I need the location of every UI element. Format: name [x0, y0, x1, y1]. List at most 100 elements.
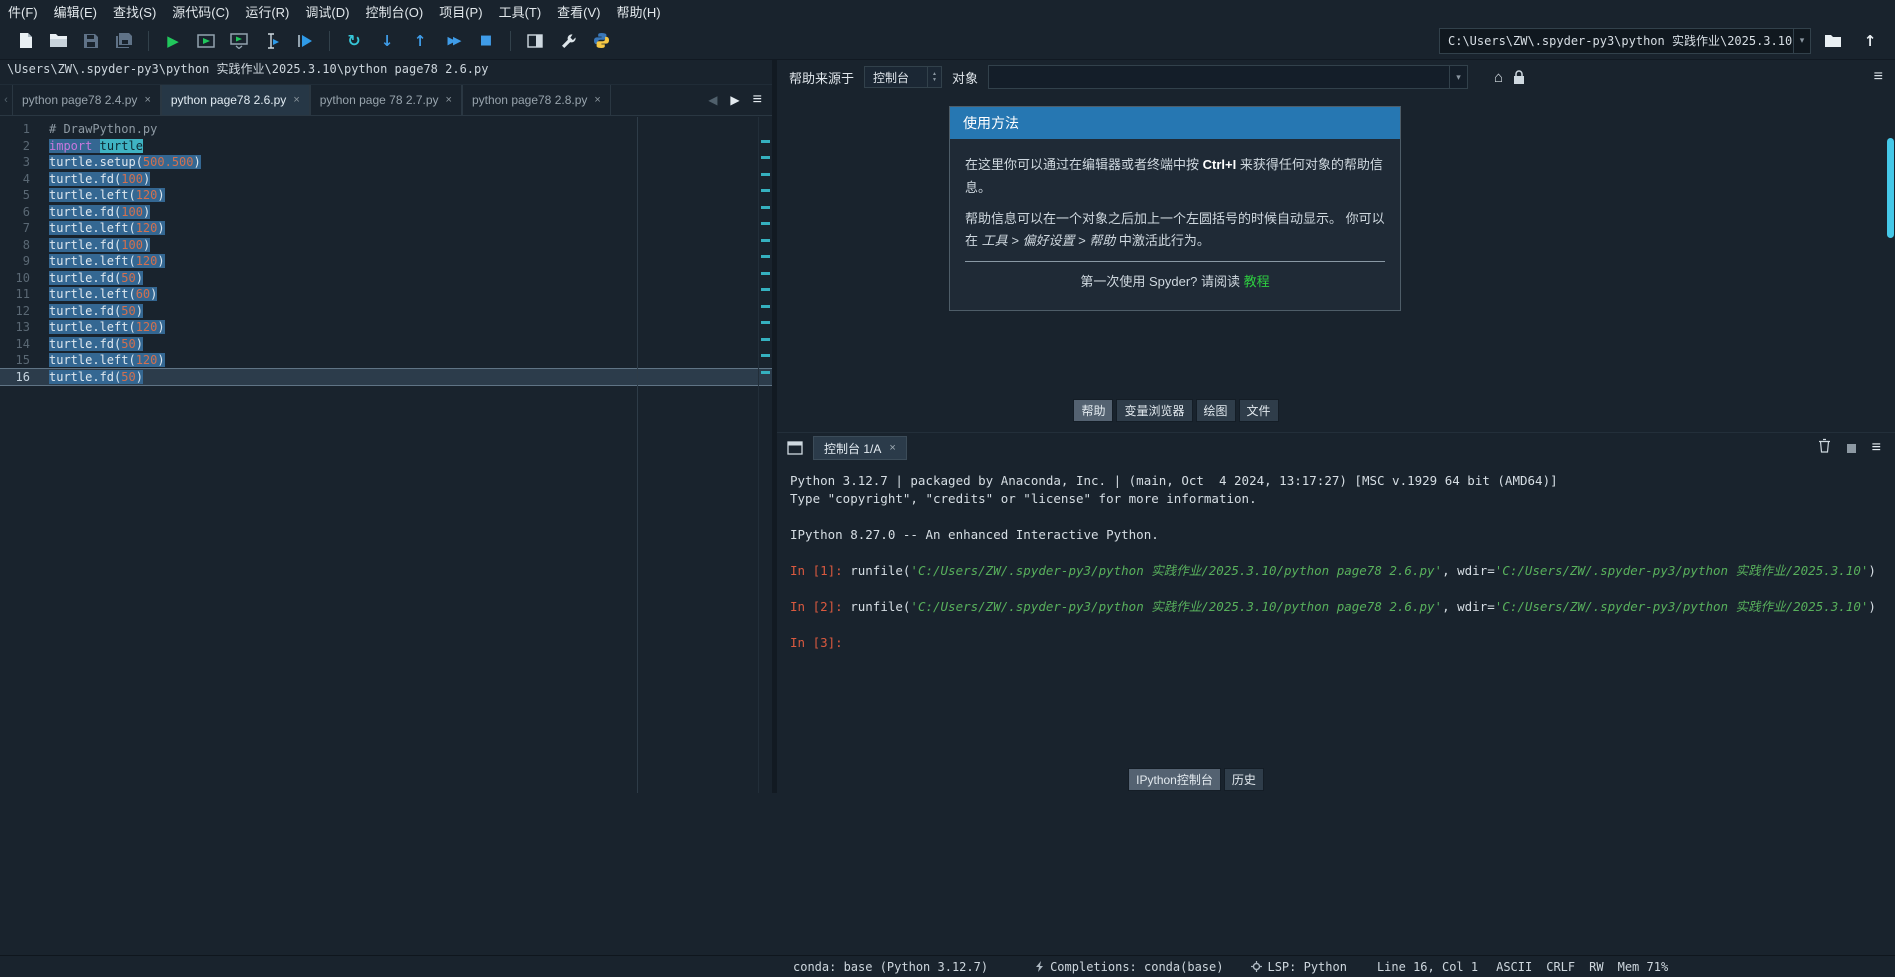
run-cell-and-advance-button[interactable]: [224, 27, 254, 55]
editor-tab[interactable]: python page 78 2.7.py ×: [309, 85, 462, 115]
chevron-down-icon[interactable]: ▾: [1449, 66, 1467, 88]
python-path-manager-button[interactable]: [586, 27, 616, 55]
memory-status: Mem 71%: [1617, 959, 1669, 974]
run-cell-button[interactable]: [191, 27, 221, 55]
help-pane-tab[interactable]: 绘图: [1195, 399, 1236, 422]
menu-item[interactable]: 工具(T): [491, 0, 550, 23]
run-selection-button[interactable]: [257, 27, 287, 55]
line-number[interactable]: 10: [0, 270, 44, 287]
code-editor[interactable]: 1 2 3 4 5 6 7 8 9 10 11 12 13 14 15 16 # DrawPython.py i…: [0, 117, 772, 793]
previous-tab-icon[interactable]: ◀: [708, 93, 717, 107]
help-object-combobox[interactable]: ▾: [988, 65, 1469, 89]
browse-tabs-icon[interactable]: [787, 441, 803, 455]
help-pane-tab[interactable]: 帮助: [1073, 399, 1114, 422]
arrow-up-icon: ↑: [1863, 31, 1877, 50]
menu-item[interactable]: 帮助(H): [609, 0, 669, 23]
help-options-menu-icon[interactable]: ≡: [1874, 68, 1883, 86]
interrupt-kernel-icon[interactable]: [1846, 443, 1856, 453]
editor-tab-label: python page 78 2.7.py: [319, 93, 439, 107]
line-number[interactable]: 8: [0, 237, 44, 254]
line-number[interactable]: 6: [0, 204, 44, 221]
spinner-arrows-icon[interactable]: ▲ ▼: [927, 67, 941, 87]
code-text: turtle.fd(100): [49, 204, 151, 219]
code-text: turtle.setup(500.500): [49, 155, 201, 169]
editor-gutter[interactable]: 1 2 3 4 5 6 7 8 9 10 11 12 13 14 15 16: [0, 121, 44, 385]
editor-tab[interactable]: python page78 2.8.py ×: [461, 85, 611, 115]
run-file-button[interactable]: ▶: [158, 27, 188, 55]
help-source-combobox[interactable]: 控制台 ▲ ▼: [864, 66, 943, 88]
editor-tab[interactable]: python page78 2.6.py ×: [160, 85, 310, 115]
open-file-button[interactable]: [43, 27, 73, 55]
console-options-menu-icon[interactable]: ≡: [1872, 439, 1881, 457]
console-tab[interactable]: 控制台 1/A ×: [813, 436, 907, 460]
console-pane-tab[interactable]: 历史: [1223, 768, 1264, 791]
completions-status[interactable]: Completions: conda(base): [1036, 960, 1223, 974]
stop-button[interactable]: ■: [471, 27, 501, 55]
new-file-icon: [19, 33, 32, 48]
save-all-button[interactable]: [109, 27, 139, 55]
occurrence-flag: [761, 189, 770, 192]
line-number[interactable]: 4: [0, 171, 44, 188]
tab-close-icon[interactable]: ×: [293, 94, 299, 106]
line-number[interactable]: 3: [0, 154, 44, 171]
line-number[interactable]: 2: [0, 138, 44, 155]
usage-footer: 第一次使用 Spyder? 请阅读 教程: [965, 271, 1385, 300]
code-text: turtle.left(120): [49, 254, 165, 268]
lsp-status[interactable]: LSP: Python: [1251, 960, 1347, 974]
parent-directory-button[interactable]: ↑: [1855, 27, 1885, 55]
next-tab-icon[interactable]: ▶: [730, 93, 739, 107]
line-number[interactable]: 11: [0, 286, 44, 303]
line-number[interactable]: 9: [0, 253, 44, 270]
browse-directory-button[interactable]: [1818, 27, 1848, 55]
menu-item[interactable]: 查看(V): [549, 0, 608, 23]
new-file-button[interactable]: [10, 27, 40, 55]
code-line: turtle.fd(100): [49, 204, 754, 221]
working-directory-combobox[interactable]: C:\Users\ZW\.spyder-py3\python 实践作业\2025…: [1439, 27, 1811, 54]
conda-env-status[interactable]: conda: base (Python 3.12.7): [793, 960, 988, 974]
tab-close-icon[interactable]: ×: [594, 94, 600, 106]
close-icon[interactable]: ×: [889, 442, 895, 454]
line-number[interactable]: 14: [0, 336, 44, 353]
help-pane-tab[interactable]: 变量浏览器: [1116, 399, 1193, 422]
trash-icon[interactable]: [1818, 438, 1831, 458]
menu-item[interactable]: 编辑(E): [46, 0, 105, 23]
rerun-last-script-button[interactable]: ↻: [339, 27, 369, 55]
menu-item[interactable]: 件(F): [0, 0, 46, 23]
tutorial-link[interactable]: 教程: [1244, 274, 1270, 289]
occurrence-flag: [761, 172, 770, 176]
save-button[interactable]: [76, 27, 106, 55]
lock-icon[interactable]: [1513, 69, 1525, 85]
console-output[interactable]: Python 3.12.7 | packaged by Anaconda, In…: [777, 464, 1895, 769]
line-number[interactable]: 5: [0, 187, 44, 204]
tools-button[interactable]: [553, 27, 583, 55]
menu-item[interactable]: 项目(P): [431, 0, 490, 23]
tab-close-icon[interactable]: ×: [446, 94, 452, 106]
maximize-pane-button[interactable]: [520, 27, 550, 55]
scrollbar-thumb[interactable]: [1887, 138, 1894, 238]
chevron-down-icon[interactable]: ▾: [1793, 28, 1810, 53]
tab-close-icon[interactable]: ×: [144, 94, 150, 106]
run-to-line-button[interactable]: [290, 27, 320, 55]
line-number[interactable]: 12: [0, 303, 44, 320]
editor-tab[interactable]: python page78 2.4.py ×: [12, 85, 161, 115]
line-number[interactable]: 7: [0, 220, 44, 237]
console-pane-tab[interactable]: IPython控制台: [1128, 768, 1221, 791]
menu-item[interactable]: 控制台(O): [357, 0, 431, 23]
debug-next-line-button[interactable]: ↓: [372, 27, 402, 55]
debug-step-return-button[interactable]: ↑: [405, 27, 435, 55]
home-icon[interactable]: ⌂: [1494, 69, 1503, 86]
debug-continue-button[interactable]: ▶▶: [438, 27, 468, 55]
divider: [965, 261, 1385, 262]
line-number[interactable]: 15: [0, 352, 44, 369]
help-object-input[interactable]: [989, 66, 1450, 88]
menu-item[interactable]: 源代码(C): [164, 0, 237, 23]
help-pane-tab[interactable]: 文件: [1238, 399, 1279, 422]
menu-item[interactable]: 查找(S): [105, 0, 164, 23]
line-number[interactable]: 1: [0, 121, 44, 138]
line-number[interactable]: 13: [0, 319, 44, 336]
menu-item[interactable]: 调试(D): [297, 0, 357, 23]
console-tab-label: 控制台 1/A: [824, 441, 882, 456]
menu-item[interactable]: 运行(R): [237, 0, 297, 23]
eol-status: CRLF: [1546, 959, 1576, 974]
editor-options-menu-icon[interactable]: ≡: [753, 91, 762, 109]
